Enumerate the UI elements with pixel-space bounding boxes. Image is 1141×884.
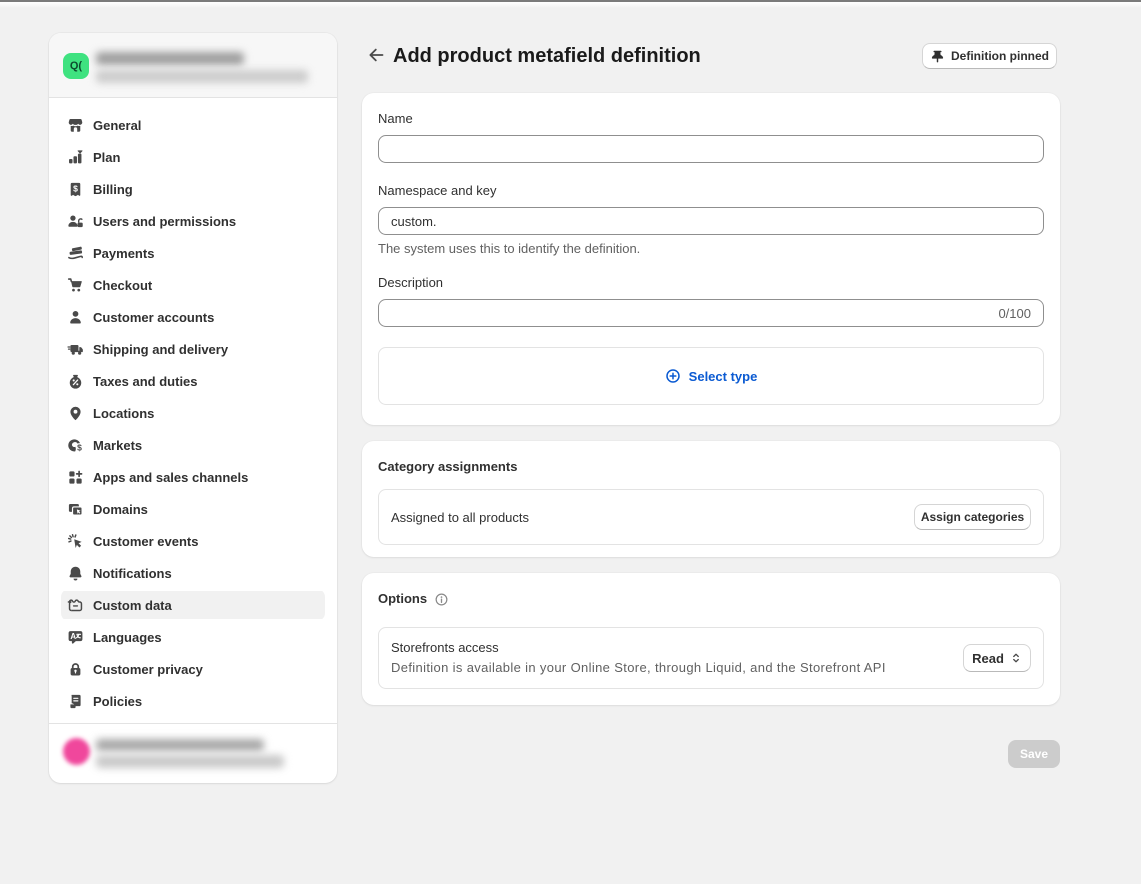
svg-text:$: $ — [73, 183, 78, 193]
svg-text:$: $ — [77, 442, 82, 452]
svg-text:A: A — [70, 631, 76, 640]
